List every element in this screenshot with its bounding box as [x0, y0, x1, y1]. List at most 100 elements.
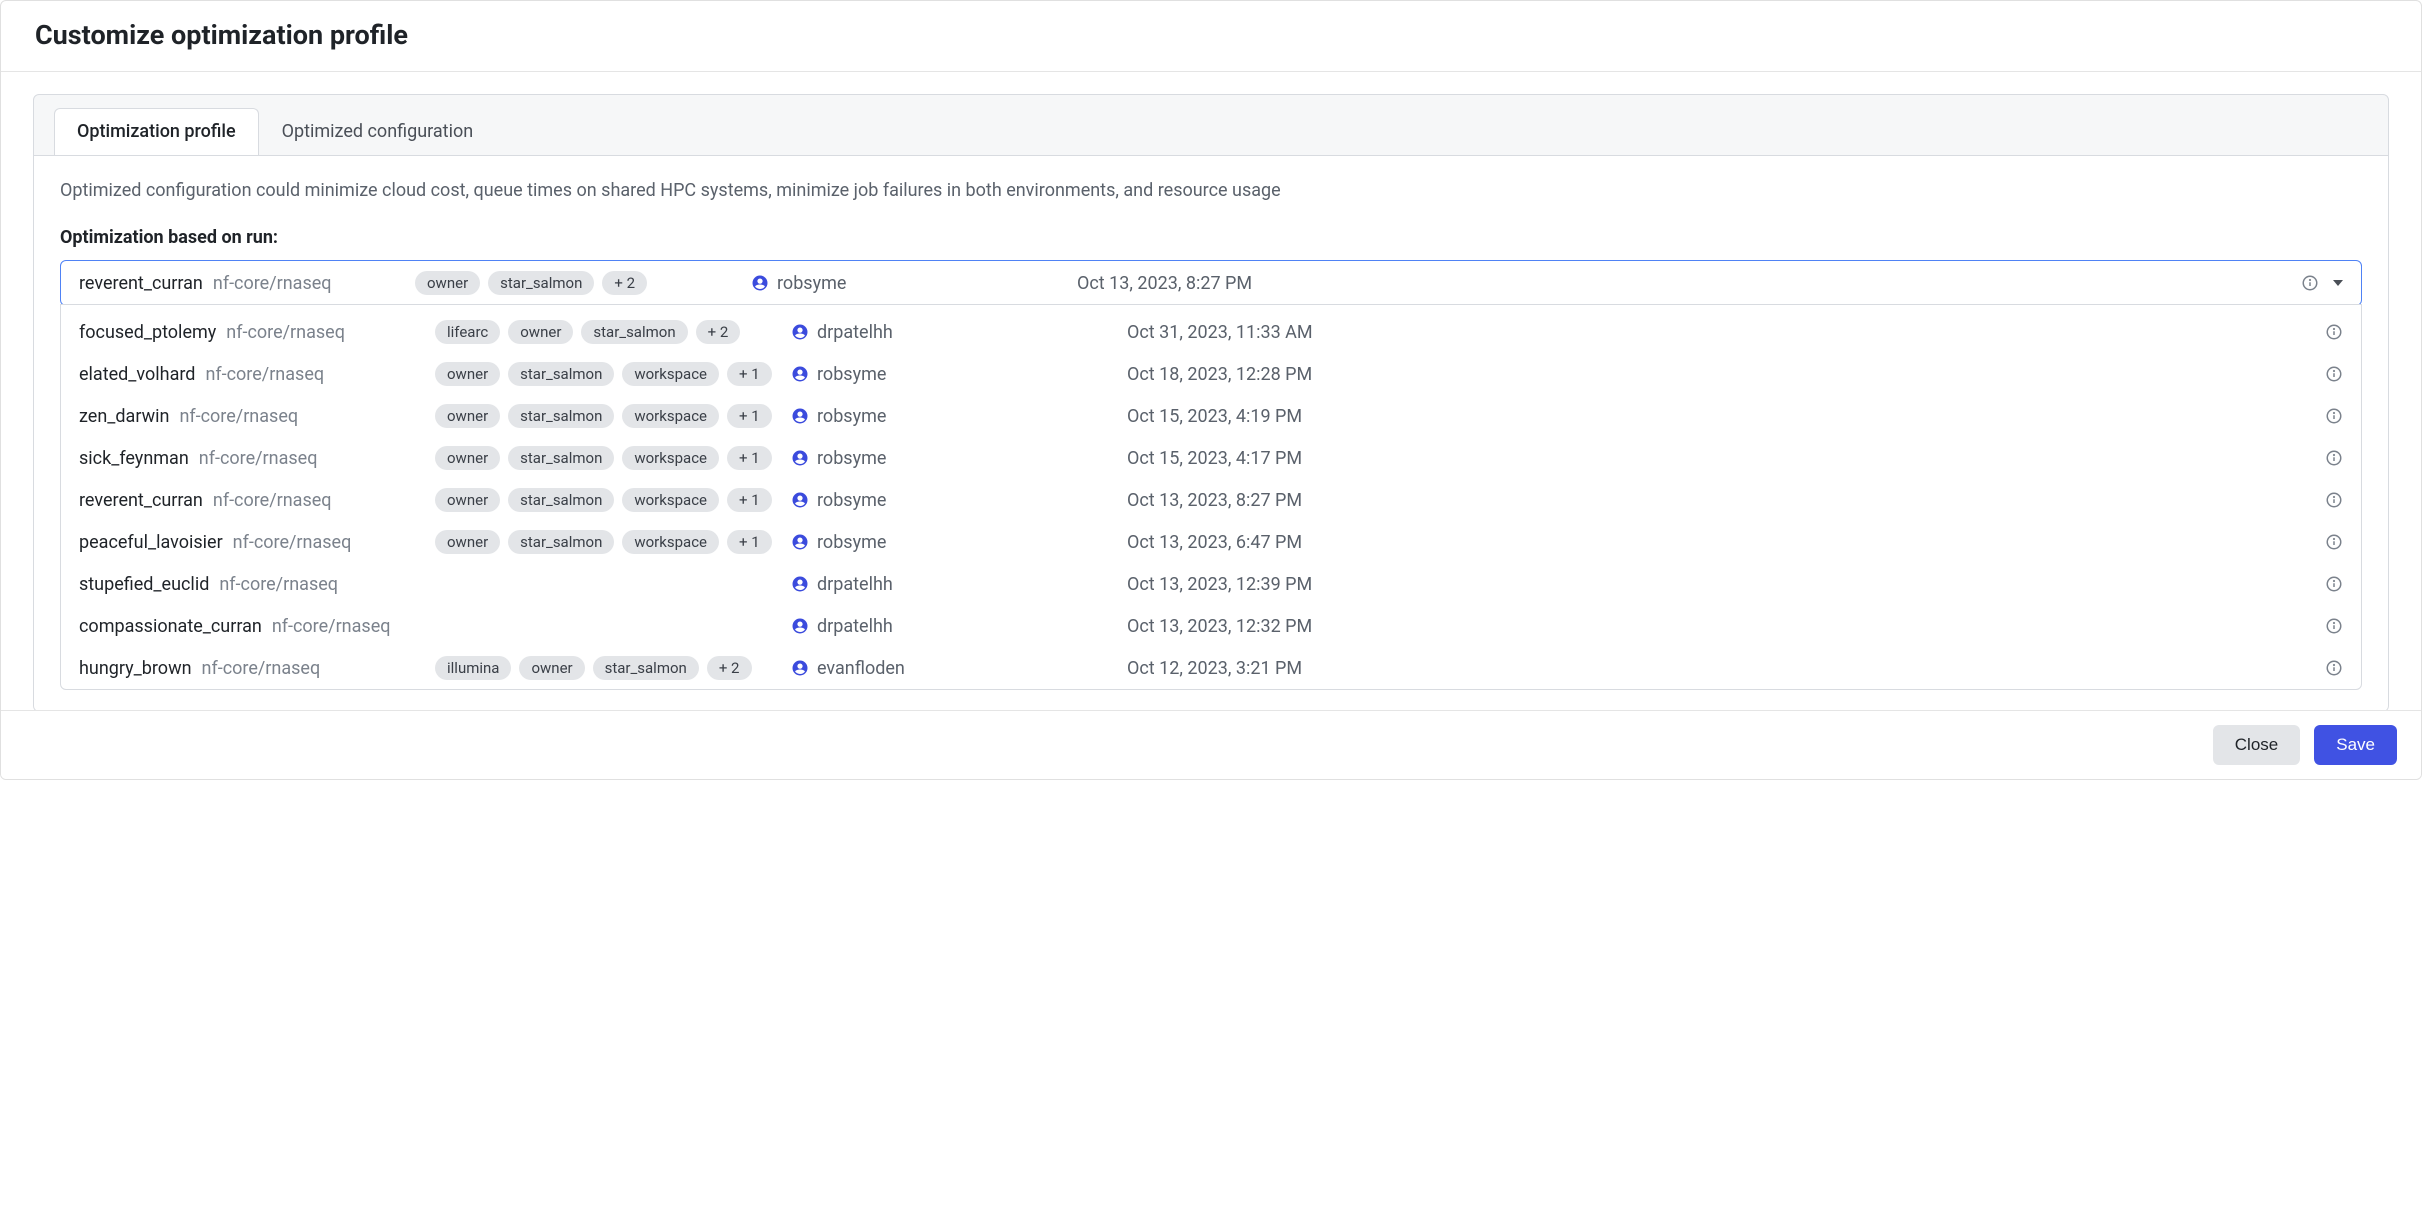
tag: star_salmon	[593, 656, 699, 680]
selected-run-name: reverent_curran	[79, 273, 203, 294]
tag: owner	[415, 271, 480, 295]
run-option-name-col: peaceful_lavoisiernf-core/rnaseq	[79, 532, 429, 553]
info-icon[interactable]	[2325, 659, 2343, 677]
tag: star_salmon	[508, 446, 614, 470]
run-options-dropdown: focused_ptolemynf-core/rnaseq lifearc owne…	[60, 304, 2362, 690]
run-option-pipeline: nf-core/rnaseq	[226, 322, 345, 343]
tag: star_salmon	[508, 404, 614, 428]
run-option[interactable]: reverent_currannf-core/rnaseq owner star_s…	[61, 479, 2361, 521]
run-option-name-col: elated_volhardnf-core/rnaseq	[79, 364, 429, 385]
selected-run-date: Oct 13, 2023, 8:27 PM	[1077, 273, 2277, 294]
tag: lifearc	[435, 320, 500, 344]
run-select[interactable]: reverent_curran nf-core/rnaseq ownerstar…	[60, 260, 2362, 306]
tag: owner	[519, 656, 584, 680]
run-option[interactable]: compassionate_currannf-core/rnaseqdrpate…	[61, 605, 2361, 647]
save-button[interactable]: Save	[2314, 725, 2397, 765]
tag: star_salmon	[508, 488, 614, 512]
tag: + 2	[696, 320, 741, 344]
run-option-name-col: hungry_brownnf-core/rnaseq	[79, 658, 429, 679]
selected-run-actions	[2283, 274, 2343, 292]
run-option-pipeline: nf-core/rnaseq	[213, 490, 332, 511]
tag: workspace	[622, 530, 719, 554]
run-option-username: evanfloden	[817, 658, 905, 679]
tag: star_salmon	[508, 530, 614, 554]
tab-optimization-profile[interactable]: Optimization profile	[54, 108, 259, 156]
tag: workspace	[622, 362, 719, 386]
run-option-pipeline: nf-core/rnaseq	[179, 406, 298, 427]
run-option[interactable]: peaceful_lavoisiernf-core/rnaseq owner sta…	[61, 521, 2361, 563]
run-option-name: zen_darwin	[79, 406, 169, 427]
run-option-actions	[2283, 365, 2343, 383]
run-option[interactable]: elated_volhardnf-core/rnaseq ownerstar_sa…	[61, 353, 2361, 395]
tag: + 1	[727, 404, 772, 428]
run-option-username: drpatelhh	[817, 322, 893, 343]
run-option-pipeline: nf-core/rnaseq	[199, 448, 318, 469]
run-option-username: robsyme	[817, 532, 886, 553]
run-option-date: Oct 18, 2023, 12:28 PM	[1127, 364, 2277, 385]
run-option-username: robsyme	[817, 490, 886, 511]
user-icon	[791, 575, 809, 593]
user-icon	[751, 274, 769, 292]
run-option-date: Oct 13, 2023, 6:47 PM	[1127, 532, 2277, 553]
run-option-username: robsyme	[817, 364, 886, 385]
run-option-name-col: zen_darwin nf-core/rnaseq	[79, 406, 429, 427]
info-icon[interactable]	[2325, 491, 2343, 509]
run-option-name-col: reverent_currannf-core/rnaseq	[79, 490, 429, 511]
info-icon[interactable]	[2325, 449, 2343, 467]
run-option-date: Oct 13, 2023, 8:27 PM	[1127, 490, 2277, 511]
run-option-actions	[2283, 533, 2343, 551]
run-option-date: Oct 13, 2023, 12:39 PM	[1127, 574, 2277, 595]
close-button[interactable]: Close	[2213, 725, 2300, 765]
run-option-user: evanfloden	[791, 658, 1121, 679]
info-icon[interactable]	[2325, 575, 2343, 593]
tag: owner	[435, 404, 500, 428]
info-icon[interactable]	[2301, 274, 2319, 292]
tag: owner	[435, 530, 500, 554]
info-icon[interactable]	[2325, 323, 2343, 341]
tag: owner	[435, 488, 500, 512]
tag: workspace	[622, 446, 719, 470]
user-icon	[791, 617, 809, 635]
run-option-pipeline: nf-core/rnaseq	[233, 532, 352, 553]
tag: workspace	[622, 404, 719, 428]
run-option-user: robsyme	[791, 364, 1121, 385]
run-option-name-col: focused_ptolemynf-core/rnaseq	[79, 322, 429, 343]
run-option-tags: illuminaownerstar_salmon+ 2	[435, 656, 785, 680]
tag: + 1	[727, 530, 772, 554]
run-option-date: Oct 13, 2023, 12:32 PM	[1127, 616, 2277, 637]
run-option[interactable]: stupefied_euclidnf-core/rnaseqdrpatelhhO…	[61, 563, 2361, 605]
run-option[interactable]: hungry_brownnf-core/rnaseqilluminaowners…	[61, 647, 2361, 689]
run-option-pipeline: nf-core/rnaseq	[205, 364, 324, 385]
run-option-date: Oct 12, 2023, 3:21 PM	[1127, 658, 2277, 679]
run-option-user: robsyme	[791, 532, 1121, 553]
run-option-actions	[2283, 659, 2343, 677]
run-option-username: robsyme	[817, 406, 886, 427]
run-option-actions	[2283, 491, 2343, 509]
tag: + 2	[707, 656, 752, 680]
run-option[interactable]: zen_darwin nf-core/rnaseq owner star_salmon…	[61, 395, 2361, 437]
info-icon[interactable]	[2325, 407, 2343, 425]
run-option[interactable]: focused_ptolemynf-core/rnaseqlifearcowne…	[61, 311, 2361, 353]
run-option-user: robsyme	[791, 448, 1121, 469]
tab-optimized-configuration[interactable]: Optimized configuration	[259, 108, 497, 156]
run-option-user: drpatelhh	[791, 616, 1121, 637]
user-icon	[791, 407, 809, 425]
customize-optimization-modal: Customize optimization profile Optimizat…	[0, 0, 2422, 780]
tag: + 1	[727, 446, 772, 470]
chevron-down-icon[interactable]	[2333, 280, 2343, 286]
info-icon[interactable]	[2325, 365, 2343, 383]
run-option-pipeline: nf-core/rnaseq	[272, 616, 391, 637]
run-option-name-col: stupefied_euclid nf-core/rnaseq	[79, 574, 429, 595]
info-icon[interactable]	[2325, 533, 2343, 551]
run-option-pipeline: nf-core/rnaseq	[219, 574, 338, 595]
run-option-name: sick_feynman	[79, 448, 189, 469]
modal-footer: Close Save	[1, 710, 2421, 779]
optimization-hint: Optimized configuration could minimize c…	[60, 180, 2362, 201]
modal-body: Optimization profile Optimized configura…	[1, 72, 2421, 710]
run-option[interactable]: sick_feynmannf-core/rnaseqownerstar_salm…	[61, 437, 2361, 479]
run-option-tags: ownerstar_salmonworkspace+ 1	[435, 362, 785, 386]
run-option-name: stupefied_euclid	[79, 574, 209, 595]
tag: star_salmon	[488, 271, 594, 295]
run-option-username: drpatelhh	[817, 616, 893, 637]
info-icon[interactable]	[2325, 617, 2343, 635]
